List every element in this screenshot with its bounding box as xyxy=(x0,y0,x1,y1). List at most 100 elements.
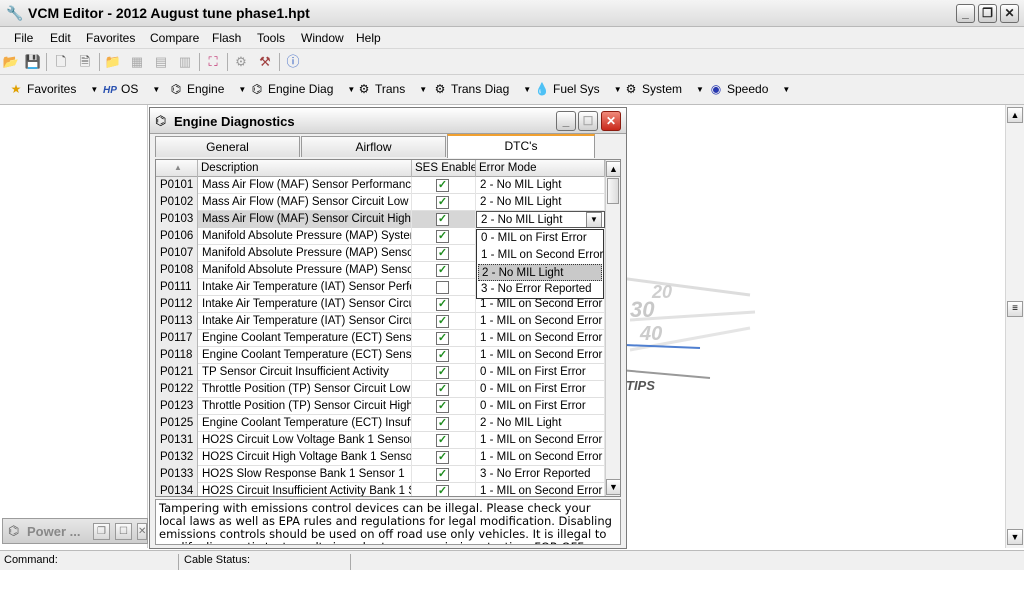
module-engine-diag[interactable]: ⌬ Engine Diag ▼ xyxy=(249,82,356,96)
scroll-thumb[interactable]: ≡ xyxy=(1007,301,1023,317)
error-mode-cell[interactable]: 1 - MIL on Second Error xyxy=(476,449,605,466)
module-fuel-sys[interactable]: 💧 Fuel Sys ▼ xyxy=(534,82,622,96)
ses-enable-checkbox[interactable]: ✓ xyxy=(436,451,449,464)
table-row[interactable]: P0122 Throttle Position (TP) Sensor Circu… xyxy=(156,381,605,398)
error-mode-cell[interactable]: 1 - MIL on Second Error xyxy=(476,347,605,364)
ses-enable-checkbox[interactable]: ✓ xyxy=(436,213,449,226)
ses-enable-checkbox[interactable]: ✓ xyxy=(436,230,449,243)
menu-favorites[interactable]: Favorites xyxy=(86,31,135,45)
tab-dtcs[interactable]: DTC's xyxy=(447,134,595,158)
table-view-icon[interactable]: ▤ xyxy=(152,53,170,71)
menu-compare[interactable]: Compare xyxy=(150,31,199,45)
ses-enable-checkbox[interactable]: ✓ xyxy=(436,298,449,311)
table-row[interactable]: P0134 HO2S Circuit Insufficient Activity … xyxy=(156,483,605,496)
dialog-minimize-button[interactable]: _ xyxy=(556,111,576,131)
table-row[interactable]: P0117 Engine Coolant Temperature (ECT) Se… xyxy=(156,330,605,347)
menu-help[interactable]: Help xyxy=(356,31,381,45)
error-mode-cell[interactable]: 1 - MIL on Second Error xyxy=(476,330,605,347)
error-mode-cell[interactable]: 1 - MIL on Second Error xyxy=(476,432,605,449)
dialog-title-bar[interactable]: ⌬ Engine Diagnostics _ ☐ ✕ xyxy=(150,108,626,134)
restore-button[interactable]: ❐ xyxy=(93,523,110,540)
chevron-down-icon[interactable]: ▼ xyxy=(586,212,602,227)
close-button[interactable]: ✕ xyxy=(137,523,147,540)
module-os[interactable]: HP OS ▼ xyxy=(102,82,160,96)
error-mode-cell[interactable]: 2 - No MIL Light ▼ xyxy=(476,211,605,228)
write-vehicle-icon[interactable]: ⚒ xyxy=(256,53,274,71)
error-mode-cell[interactable]: 1 - MIL on Second Error xyxy=(476,483,605,496)
close-button[interactable]: ✕ xyxy=(1000,4,1019,23)
ses-enable-checkbox[interactable]: ✓ xyxy=(436,349,449,362)
table-row[interactable]: P0113 Intake Air Temperature (IAT) Sensor… xyxy=(156,313,605,330)
table-row[interactable]: P0101 Mass Air Flow (MAF) Sensor Performa… xyxy=(156,177,605,194)
ses-enable-checkbox[interactable]: ✓ xyxy=(436,179,449,192)
grid-scrollbar[interactable]: ▲ ▼ xyxy=(605,160,620,496)
table-row[interactable]: P0132 HO2S Circuit High Voltage Bank 1 Se… xyxy=(156,449,605,466)
ses-enable-checkbox[interactable]: ✓ xyxy=(436,366,449,379)
error-mode-cell[interactable]: 1 - MIL on Second Error xyxy=(476,313,605,330)
save-icon[interactable]: 💾 xyxy=(24,53,42,71)
info-icon[interactable]: ⓘ xyxy=(284,53,302,71)
column-header-ses-enable[interactable]: SES Enable xyxy=(412,160,476,177)
error-mode-cell[interactable]: 0 - MIL on First Error xyxy=(476,398,605,415)
ses-enable-checkbox[interactable]: ✓ xyxy=(436,400,449,413)
read-vehicle-icon[interactable]: ⚙ xyxy=(232,53,250,71)
ses-enable-checkbox[interactable]: ✓ xyxy=(436,485,449,496)
grid-scroll-thumb[interactable] xyxy=(607,178,619,204)
ses-enable-checkbox[interactable]: ✓ xyxy=(436,315,449,328)
module-trans[interactable]: ⚙ Trans ▼ xyxy=(356,82,428,96)
tab-airflow[interactable]: Airflow xyxy=(301,136,446,157)
ses-enable-checkbox[interactable]: ✓ xyxy=(436,196,449,209)
tree-view-icon[interactable]: ⛶ xyxy=(204,53,222,71)
menu-file[interactable]: File xyxy=(14,31,33,45)
table-row[interactable]: P0131 HO2S Circuit Low Voltage Bank 1 Sen… xyxy=(156,432,605,449)
ses-enable-checkbox[interactable] xyxy=(436,281,449,294)
table-row[interactable]: P0133 HO2S Slow Response Bank 1 Sensor 1 ✓… xyxy=(156,466,605,483)
compare-table-icon[interactable]: ▥ xyxy=(176,53,194,71)
dropdown-option[interactable]: 2 - No MIL Light xyxy=(478,264,602,281)
ses-enable-checkbox[interactable]: ✓ xyxy=(436,468,449,481)
ses-enable-checkbox[interactable]: ✓ xyxy=(436,264,449,277)
favorite-folder-icon[interactable]: 📁 xyxy=(104,53,122,71)
scroll-down-icon[interactable]: ▼ xyxy=(1007,529,1023,545)
error-mode-cell[interactable]: 0 - MIL on First Error xyxy=(476,381,605,398)
error-mode-cell[interactable]: 3 - No Error Reported xyxy=(476,466,605,483)
table-row[interactable]: P0103 Mass Air Flow (MAF) Sensor Circuit … xyxy=(156,211,605,228)
ses-enable-checkbox[interactable]: ✓ xyxy=(436,247,449,260)
restore-button[interactable]: ❐ xyxy=(978,4,997,23)
error-mode-cell[interactable]: 0 - MIL on First Error xyxy=(476,364,605,381)
module-system[interactable]: ⚙ System ▼ xyxy=(623,82,704,96)
main-vertical-scrollbar[interactable]: ▲ ≡ ▼ xyxy=(1005,105,1024,548)
menu-tools[interactable]: Tools xyxy=(257,31,285,45)
error-mode-cell[interactable]: 2 - No MIL Light xyxy=(476,415,605,432)
module-engine[interactable]: ⌬ Engine ▼ xyxy=(168,82,247,96)
error-mode-cell[interactable]: 2 - No MIL Light xyxy=(476,177,605,194)
module-trans-diag[interactable]: ⚙ Trans Diag ▼ xyxy=(432,82,532,96)
table-row[interactable]: P0121 TP Sensor Circuit Insufficient Acti… xyxy=(156,364,605,381)
table-row[interactable]: P0123 Throttle Position (TP) Sensor Circu… xyxy=(156,398,605,415)
open-folder-icon[interactable]: 📂 xyxy=(2,53,20,71)
sort-indicator-icon[interactable]: ▲ xyxy=(156,160,198,177)
scroll-up-icon[interactable]: ▲ xyxy=(606,161,620,177)
error-mode-cell[interactable]: 2 - No MIL Light xyxy=(476,194,605,211)
tab-general[interactable]: General xyxy=(155,136,300,157)
dropdown-option[interactable]: 0 - MIL on First Error xyxy=(478,230,602,247)
dialog-close-button[interactable]: ✕ xyxy=(601,111,621,131)
dropdown-option[interactable]: 1 - MIL on Second Error xyxy=(478,247,603,264)
module-speedo[interactable]: ◉ Speedo ▼ xyxy=(708,82,791,96)
properties-icon[interactable]: 🗎 xyxy=(76,53,94,71)
menu-edit[interactable]: Edit xyxy=(50,31,71,45)
ses-enable-checkbox[interactable]: ✓ xyxy=(436,434,449,447)
minimize-button[interactable]: _ xyxy=(956,4,975,23)
scroll-up-icon[interactable]: ▲ xyxy=(1007,107,1023,123)
module-favorites[interactable]: ★ Favorites ▼ xyxy=(8,82,99,96)
column-header-description[interactable]: Description xyxy=(198,160,412,177)
grid-view-icon[interactable]: ▦ xyxy=(128,53,146,71)
column-header-error-mode[interactable]: Error Mode xyxy=(476,160,605,177)
ses-enable-checkbox[interactable]: ✓ xyxy=(436,332,449,345)
table-row[interactable]: P0125 Engine Coolant Temperature (ECT) In… xyxy=(156,415,605,432)
menu-window[interactable]: Window xyxy=(301,31,344,45)
dropdown-option[interactable]: 3 - No Error Reported xyxy=(478,281,602,298)
table-row[interactable]: P0102 Mass Air Flow (MAF) Sensor Circuit … xyxy=(156,194,605,211)
ses-enable-checkbox[interactable]: ✓ xyxy=(436,383,449,396)
ses-enable-checkbox[interactable]: ✓ xyxy=(436,417,449,430)
